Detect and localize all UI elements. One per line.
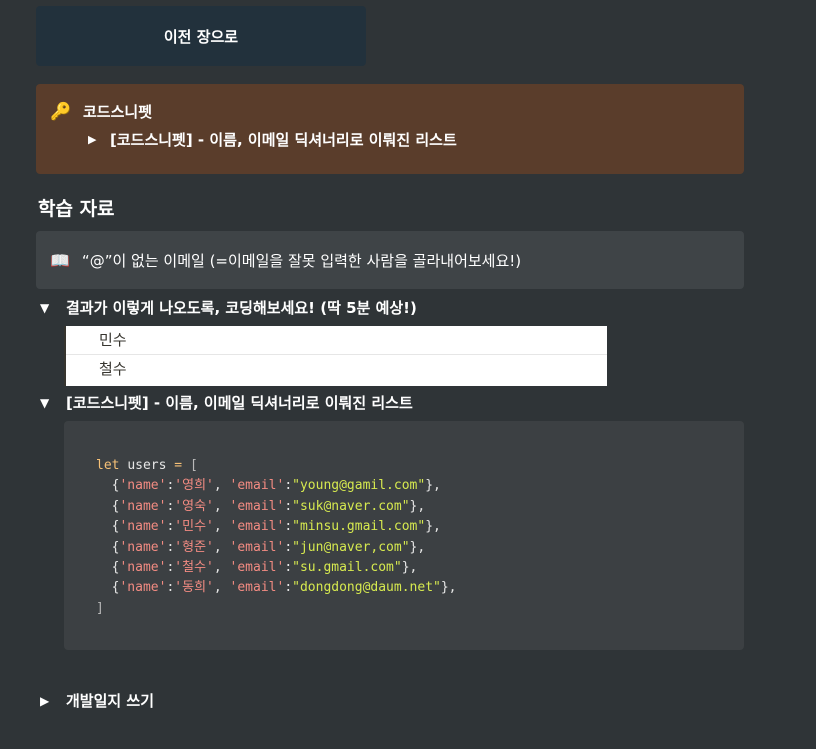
code-keyword: let: [96, 458, 120, 473]
code-user-email: young@gamil.com: [299, 478, 418, 494]
code-open-bracket: [: [189, 458, 198, 473]
code-operator: =: [174, 458, 183, 473]
result-toggle-label: 결과가 이렇게 나오도록, 코딩해보세요! (딱 5분 예상!): [66, 299, 417, 317]
code-user-email: minsu.gmail.com: [299, 519, 418, 535]
table-row: 철수: [99, 360, 127, 378]
snippet-toggle-label: [코드스니펫] - 이름, 이메일 딕셔너리로 이뤄진 리스트: [66, 394, 413, 412]
code-user-name: 민수: [182, 519, 207, 535]
snippet-callout-toggle[interactable]: ▶ [코드스니펫] - 이름, 이메일 딕셔너리로 이뤄진 리스트: [88, 131, 457, 149]
snippet-toggle[interactable]: ▼ [코드스니펫] - 이름, 이메일 딕셔너리로 이뤄진 리스트: [40, 393, 413, 413]
book-callout-text: “@”이 없는 이메일 (=이메일을 잘못 입력한 사람을 골라내어보세요!): [81, 251, 522, 270]
code-user-name: 영숙: [182, 498, 207, 514]
code-variable: users: [127, 458, 167, 473]
result-table: 민수 철수: [64, 326, 607, 386]
triangle-down-icon: ▼: [40, 301, 50, 315]
code-user-name: 형준: [182, 539, 207, 555]
code-user-email: su.gmail.com: [299, 560, 394, 576]
book-callout: 📖 “@”이 없는 이메일 (=이메일을 잘못 입력한 사람을 골라내어보세요!…: [36, 231, 744, 289]
result-toggle[interactable]: ▼ 결과가 이렇게 나오도록, 코딩해보세요! (딱 5분 예상!): [40, 298, 417, 318]
triangle-right-icon: ▶: [88, 133, 97, 146]
code-user-name: 동희: [182, 580, 207, 596]
snippet-callout-title: 코드스니펫: [83, 103, 153, 121]
triangle-right-icon: ▶: [40, 694, 50, 708]
prev-chapter-label: 이전 장으로: [163, 27, 239, 46]
snippet-callout-toggle-label: [코드스니펫] - 이름, 이메일 딕셔너리로 이뤄진 리스트: [110, 131, 457, 149]
code-block[interactable]: let users = [ {'name':'영희', 'email':"you…: [64, 421, 744, 650]
open-book-icon: 📖: [50, 250, 70, 270]
code-user-email: dongdong@daum.net: [299, 580, 434, 596]
code-user-name: 영희: [182, 478, 207, 494]
triangle-down-icon: ▼: [40, 396, 50, 410]
code-user-email: jun@naver,com: [299, 539, 402, 555]
code-user-name: 철수: [182, 560, 207, 576]
code-close-bracket: ]: [96, 600, 104, 616]
section-heading: 학습 자료: [38, 198, 115, 220]
devlog-toggle[interactable]: ▶ 개발일지 쓰기: [40, 691, 154, 711]
code-user-email: suk@naver.com: [299, 498, 402, 514]
devlog-toggle-label: 개발일지 쓰기: [66, 692, 155, 710]
snippet-callout: 🔑 코드스니펫 ▶ [코드스니펫] - 이름, 이메일 딕셔너리로 이뤄진 리스…: [36, 84, 744, 174]
key-icon: 🔑: [50, 102, 72, 122]
table-row: 민수: [66, 326, 607, 355]
prev-chapter-button[interactable]: 이전 장으로: [36, 6, 366, 66]
